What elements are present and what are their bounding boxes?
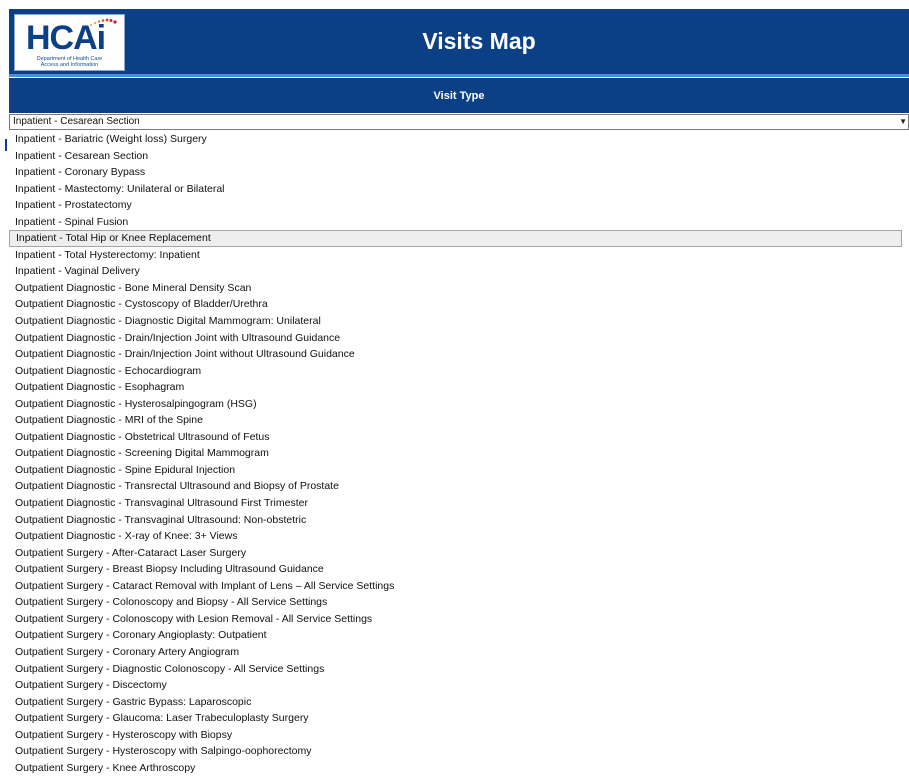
dropdown-option[interactable]: Outpatient Diagnostic - Echocardiogram [9,363,909,380]
dropdown-option[interactable]: Outpatient Diagnostic - Drain/Injection … [9,330,909,347]
dropdown-option[interactable]: Inpatient - Prostatectomy [9,197,909,214]
dropdown-option[interactable]: Outpatient Surgery - Diagnostic Colonosc… [9,661,909,678]
dropdown-option[interactable]: Outpatient Diagnostic - Transvaginal Ult… [9,495,909,512]
dropdown-option[interactable]: Outpatient Surgery - Coronary Artery Ang… [9,644,909,661]
dropdown-option[interactable]: Outpatient Surgery - Glaucoma: Laser Tra… [9,710,909,727]
dropdown-option[interactable]: Outpatient Diagnostic - Screening Digita… [9,445,909,462]
dropdown-option[interactable]: Outpatient Diagnostic - MRI of the Spine [9,412,909,429]
page-left-edge [0,130,9,780]
dropdown-option[interactable]: Outpatient Diagnostic - Diagnostic Digit… [9,313,909,330]
dropdown-option[interactable]: Outpatient Diagnostic - Bone Mineral Den… [9,280,909,297]
dropdown-options-list[interactable]: Inpatient - Bariatric (Weight loss) Surg… [9,131,909,780]
dropdown-option[interactable]: Inpatient - Vaginal Delivery [9,263,909,280]
dropdown-option[interactable]: Outpatient Surgery - Colonoscopy with Le… [9,611,909,628]
dropdown-option[interactable]: Outpatient Surgery - After-Cataract Lase… [9,545,909,562]
dropdown-option[interactable]: Inpatient - Bariatric (Weight loss) Surg… [9,131,909,148]
visit-type-dropdown[interactable]: Inpatient - Cesarean Section ▼ [9,114,909,130]
dropdown-option[interactable]: Outpatient Surgery - Gastric Bypass: Lap… [9,694,909,711]
app-header: HCAi Department of Health Care Access an… [9,9,909,74]
dropdown-option[interactable]: Outpatient Surgery - Coronary Angioplast… [9,627,909,644]
dropdown-option[interactable]: Outpatient Surgery - Hysteroscopy with S… [9,743,909,760]
dropdown-option[interactable]: Inpatient - Coronary Bypass [9,164,909,181]
dropdown-option[interactable]: Inpatient - Total Hysterectomy: Inpatien… [9,247,909,264]
dropdown-option[interactable]: Inpatient - Spinal Fusion [9,214,909,231]
chevron-down-icon[interactable]: ▼ [899,115,907,129]
dropdown-option[interactable]: Outpatient Surgery - Breast Biopsy Inclu… [9,561,909,578]
visit-type-label: Visit Type [9,78,909,113]
dropdown-option[interactable]: Outpatient Diagnostic - X-ray of Knee: 3… [9,528,909,545]
dropdown-option[interactable]: Outpatient Surgery - Discectomy [9,677,909,694]
dropdown-option[interactable]: Outpatient Diagnostic - Spine Epidural I… [9,462,909,479]
dropdown-option[interactable]: Outpatient Diagnostic - Cystoscopy of Bl… [9,296,909,313]
dropdown-option[interactable]: Outpatient Diagnostic - Transvaginal Ult… [9,512,909,529]
dropdown-option[interactable]: Outpatient Diagnostic - Esophagram [9,379,909,396]
dropdown-option[interactable]: Outpatient Diagnostic - Hysterosalpingog… [9,396,909,413]
dropdown-option[interactable]: Outpatient Surgery - Knee Arthroscopy [9,760,909,777]
page-title: Visits Map [422,28,536,54]
dropdown-option[interactable]: Outpatient Diagnostic - Drain/Injection … [9,346,909,363]
header-divider [9,74,909,77]
dropdown-option[interactable]: Outpatient Diagnostic - Transrectal Ultr… [9,478,909,495]
dropdown-option[interactable]: Outpatient Surgery - Hysteroscopy with B… [9,727,909,744]
dropdown-option[interactable]: Outpatient Diagnostic - Obstetrical Ultr… [9,429,909,446]
left-edge-marker [5,139,7,151]
dropdown-option[interactable]: Outpatient Surgery - Colonoscopy and Bio… [9,594,909,611]
dropdown-option[interactable]: Inpatient - Cesarean Section [9,148,909,165]
dropdown-selected-value: Inpatient - Cesarean Section [13,116,140,127]
dropdown-option[interactable]: Inpatient - Mastectomy: Unilateral or Bi… [9,181,909,198]
dropdown-option[interactable]: Outpatient Surgery - Cataract Removal wi… [9,578,909,595]
dropdown-option[interactable]: Inpatient - Total Hip or Knee Replacemen… [9,230,902,247]
